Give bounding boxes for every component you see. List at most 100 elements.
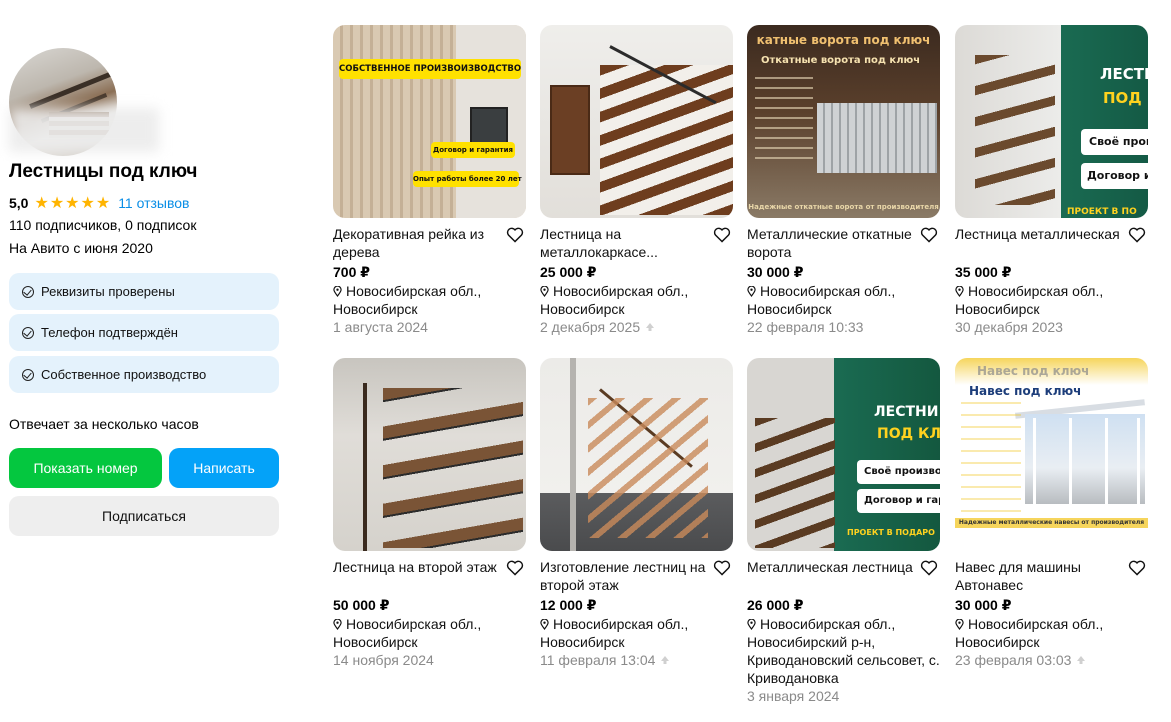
- favorite-heart-icon[interactable]: [713, 560, 731, 576]
- location-pin-icon: [540, 619, 549, 630]
- rating-stars-icon: ★★★★★: [34, 195, 112, 212]
- location-pin-icon: [747, 619, 756, 630]
- image-caption: Надежные металлические навесы от произво…: [955, 518, 1148, 528]
- listing-price: 26 000 ₽: [747, 597, 804, 613]
- favorite-heart-icon[interactable]: [713, 227, 731, 243]
- check-circle-icon: [22, 285, 34, 298]
- member-since: На Авито с июня 2020: [9, 240, 153, 256]
- image-caption: ЛЕСТНИ: [874, 404, 939, 420]
- location-pin-icon: [955, 286, 964, 297]
- listing-date: 3 января 2024: [747, 688, 840, 704]
- location-pin-icon: [333, 619, 342, 630]
- location-pin-icon: [747, 286, 756, 297]
- reviews-link[interactable]: 11 отзывов: [118, 195, 189, 211]
- listing-card[interactable]: Лестница на второй этаж 50 000 ₽ Новосиб…: [333, 358, 526, 669]
- listing-card[interactable]: Лестница на металлокаркасе... 25 000 ₽ Н…: [540, 25, 733, 336]
- listing-location: Новосибирская обл., Новосибирск: [955, 283, 1104, 317]
- favorite-heart-icon[interactable]: [1128, 560, 1146, 576]
- listing-image[interactable]: [540, 358, 733, 551]
- listing-location: Новосибирская обл., Новосибирский р-н, К…: [747, 616, 940, 686]
- listing-title[interactable]: Изготовление лестниц на второй этаж: [540, 559, 705, 593]
- listing-date: 1 августа 2024: [333, 319, 428, 335]
- favorite-heart-icon[interactable]: [1128, 227, 1146, 243]
- image-caption: ЛЕСТНИ: [1100, 65, 1148, 83]
- favorite-heart-icon[interactable]: [920, 227, 938, 243]
- image-caption: Навес под ключ: [977, 364, 1090, 378]
- rating-score: 5,0: [9, 195, 29, 211]
- listing-location: Новосибирская обл., Новосибирск: [955, 616, 1104, 650]
- location-pin-icon: [955, 619, 964, 630]
- listing-price: 30 000 ₽: [955, 597, 1012, 613]
- badge-label: Телефон подтверждён: [41, 325, 178, 340]
- listing-card[interactable]: СОБСТВЕННОЕ ПРОИЗВОИЗВОДСТВО Договор и г…: [333, 25, 526, 336]
- listing-price: 700 ₽: [333, 264, 370, 280]
- listing-date: 23 февраля 03:03: [955, 652, 1072, 668]
- listing-date: 30 декабря 2023: [955, 319, 1063, 335]
- listing-card[interactable]: катные ворота под ключ Откатные ворота п…: [747, 25, 940, 336]
- listing-title[interactable]: Лестница на металлокаркасе...: [540, 226, 658, 260]
- location-pin-icon: [540, 286, 549, 297]
- image-caption: СОБСТВЕННОЕ ПРОИЗВОИЗВОДСТВО: [339, 59, 521, 79]
- listing-price: 12 000 ₽: [540, 597, 597, 613]
- listing-image[interactable]: ЛЕСТНИ ПОД КЛЮ Своё производ Договор и г…: [747, 358, 940, 551]
- listing-image[interactable]: ЛЕСТНИ ПОД Своё прои Договор и ПРОЕКТ В …: [955, 25, 1148, 218]
- listing-location: Новосибирская обл., Новосибирск: [540, 616, 689, 650]
- image-caption: Договор и: [1081, 163, 1148, 189]
- listing-price: 50 000 ₽: [333, 597, 390, 613]
- listing-date: 14 ноября 2024: [333, 652, 434, 668]
- image-caption: ПОД КЛЮ: [877, 426, 940, 442]
- listing-date: 11 февраля 13:04: [540, 652, 656, 668]
- rating-row: 5,0 ★★★★★ 11 отзывов: [9, 193, 190, 213]
- badge-label: Реквизиты проверены: [41, 284, 175, 299]
- listing-card[interactable]: Изготовление лестниц на второй этаж 12 0…: [540, 358, 733, 669]
- image-caption: ПОД: [1103, 89, 1142, 107]
- subscribe-button[interactable]: Подписаться: [9, 496, 279, 536]
- listing-price: 25 000 ₽: [540, 264, 597, 280]
- image-caption: ПРОЕКТ В ПОДАРО: [847, 528, 935, 537]
- raise-arrow-icon: [646, 323, 655, 331]
- response-time: Отвечает за несколько часов: [9, 416, 199, 432]
- badge-label: Собственное производство: [41, 367, 207, 382]
- listing-price: 30 000 ₽: [747, 264, 804, 280]
- badge-phone-verified: Телефон подтверждён: [9, 314, 279, 351]
- badge-own-production: Собственное производство: [9, 356, 279, 393]
- listing-image[interactable]: [333, 358, 526, 551]
- listing-location: Новосибирская обл., Новосибирск: [747, 283, 896, 317]
- listing-card[interactable]: ЛЕСТНИ ПОД КЛЮ Своё производ Договор и г…: [747, 358, 940, 705]
- listing-price: 35 000 ₽: [955, 264, 1012, 280]
- write-message-button[interactable]: Написать: [169, 448, 279, 488]
- listing-title[interactable]: Металлические откатные ворота: [747, 226, 912, 260]
- location-pin-icon: [333, 286, 342, 297]
- listing-card[interactable]: Навес под ключ Навес под ключ Надежные м…: [955, 358, 1148, 669]
- listing-title[interactable]: Навес для машины Автонавес: [955, 559, 1081, 593]
- listing-title[interactable]: Лестница на второй этаж: [333, 559, 497, 575]
- favorite-heart-icon[interactable]: [920, 560, 938, 576]
- check-circle-icon: [22, 368, 34, 381]
- badge-requisites-verified: Реквизиты проверены: [9, 273, 279, 310]
- image-caption: ПРОЕКТ В ПО: [1067, 207, 1137, 217]
- show-phone-button[interactable]: Показать номер: [9, 448, 162, 488]
- image-caption: Опыт работы более 20 лет: [413, 171, 522, 187]
- listing-image[interactable]: [540, 25, 733, 218]
- listing-title[interactable]: Декоративная рейка из дерева: [333, 226, 484, 260]
- favorite-heart-icon[interactable]: [506, 560, 524, 576]
- listing-card[interactable]: ЛЕСТНИ ПОД Своё прои Договор и ПРОЕКТ В …: [955, 25, 1148, 336]
- check-circle-icon: [22, 326, 34, 339]
- listing-date: 2 декабря 2025: [540, 319, 641, 335]
- shop-name: Лестницы под ключ: [9, 161, 198, 182]
- listing-location: Новосибирская обл., Новосибирск: [333, 283, 482, 317]
- image-caption: Договор и гарантия: [431, 142, 515, 158]
- listing-title[interactable]: Металлическая лестница: [747, 559, 913, 575]
- listing-image[interactable]: Навес под ключ Навес под ключ Надежные м…: [955, 358, 1148, 551]
- listing-location: Новосибирская обл., Новосибирск: [333, 616, 482, 650]
- raise-arrow-icon: [1077, 656, 1086, 664]
- listing-title[interactable]: Лестница металлическая: [955, 226, 1120, 242]
- listing-image[interactable]: катные ворота под ключ Откатные ворота п…: [747, 25, 940, 218]
- listing-image[interactable]: СОБСТВЕННОЕ ПРОИЗВОИЗВОДСТВО Договор и г…: [333, 25, 526, 218]
- subscribers-count[interactable]: 110 подписчиков, 0 подписок: [9, 217, 196, 233]
- image-caption: Навес под ключ: [969, 384, 1082, 398]
- image-caption: Надежные откатные ворота от производител…: [748, 203, 939, 211]
- image-caption: Своё производ: [857, 460, 940, 484]
- favorite-heart-icon[interactable]: [506, 227, 524, 243]
- raise-arrow-icon: [661, 656, 670, 664]
